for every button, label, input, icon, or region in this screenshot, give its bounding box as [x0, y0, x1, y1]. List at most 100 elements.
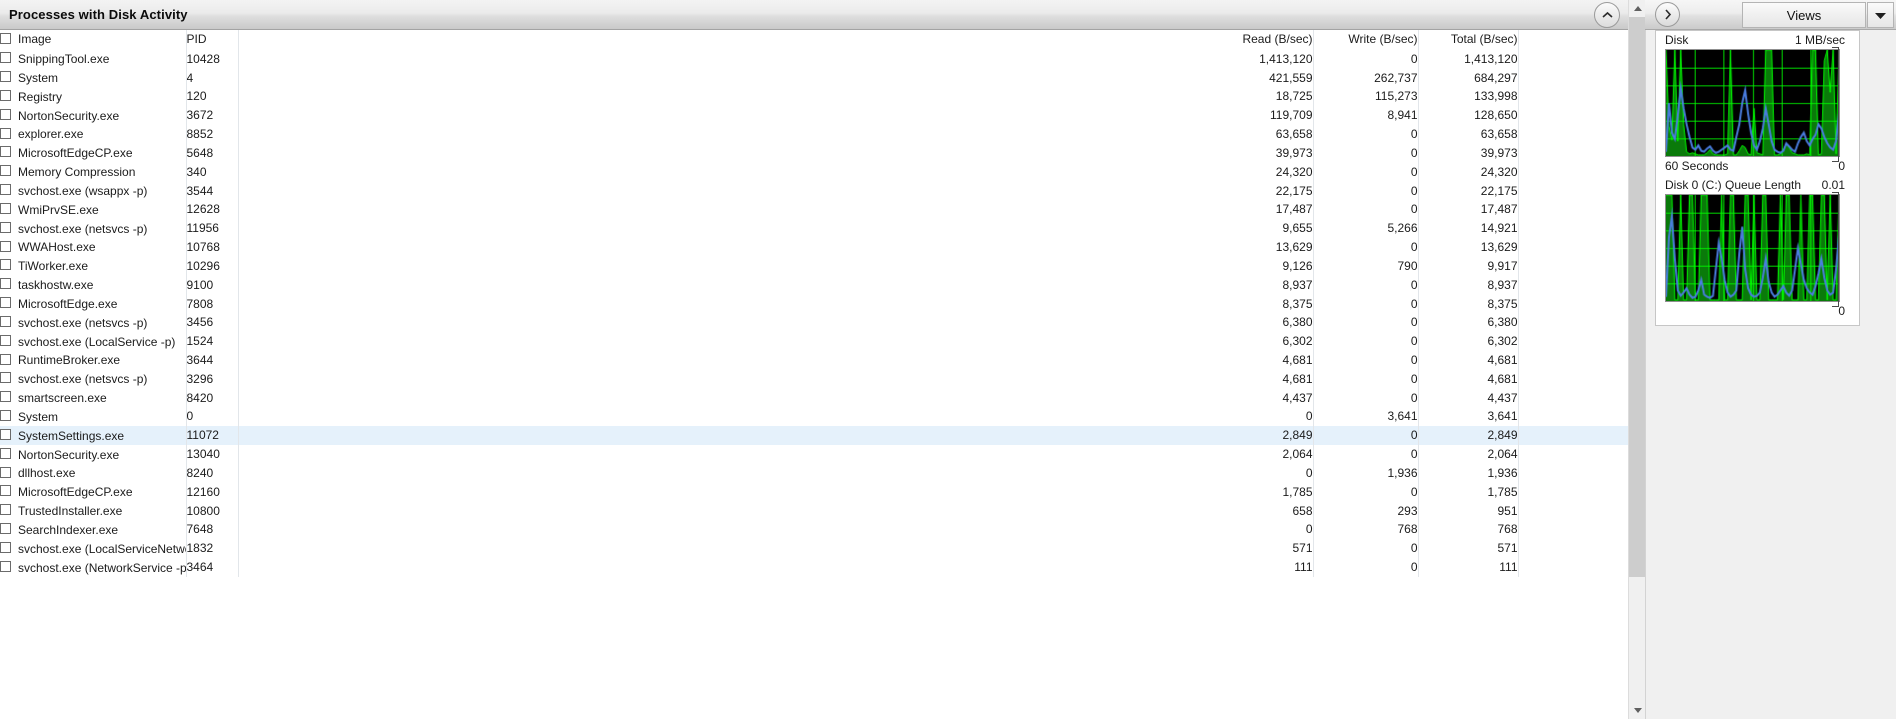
cell-image[interactable]: RuntimeBroker.exe — [0, 351, 186, 370]
row-checkbox[interactable] — [0, 202, 11, 214]
views-button[interactable]: Views — [1742, 2, 1866, 28]
column-header-total[interactable]: Total (B/sec) — [1417, 30, 1518, 50]
cell-image[interactable]: Registry — [0, 87, 186, 106]
process-table-scroll-region[interactable]: Image PID Read (B/sec) Write (B/sec) Tot… — [0, 30, 1628, 719]
row-checkbox[interactable] — [0, 372, 11, 384]
table-row[interactable]: SnippingTool.exe 10428 1,413,120 0 1,413,120 — [0, 49, 1628, 69]
cell-image[interactable]: smartscreen.exe — [0, 388, 186, 407]
cell-image[interactable]: TrustedInstaller.exe — [0, 501, 186, 520]
cell-image[interactable]: dllhost.exe — [0, 464, 186, 483]
row-checkbox[interactable] — [0, 334, 11, 346]
cell-image[interactable]: SearchIndexer.exe — [0, 520, 186, 539]
table-row[interactable]: taskhostw.exe 9100 8,937 0 8,937 — [0, 275, 1628, 295]
table-row[interactable]: TiWorker.exe 10296 9,126 790 9,917 — [0, 256, 1628, 276]
row-checkbox[interactable] — [0, 410, 11, 422]
table-row[interactable]: SearchIndexer.exe 7648 0 768 768 — [0, 520, 1628, 539]
table-row[interactable]: Memory Compression 340 24,320 0 24,320 — [0, 162, 1628, 182]
row-checkbox[interactable] — [0, 353, 11, 365]
table-row[interactable]: svchost.exe (netsvcs -p) 3296 4,681 0 4,681 — [0, 369, 1628, 389]
table-row[interactable]: svchost.exe (wsappx -p) 3544 22,175 0 22,175 — [0, 181, 1628, 200]
table-row[interactable]: System 4 421,559 262,737 684,297 — [0, 68, 1628, 87]
row-checkbox[interactable] — [0, 391, 11, 403]
cell-image[interactable]: svchost.exe (netsvcs -p) — [0, 219, 186, 238]
cell-image[interactable]: MicrosoftEdgeCP.exe — [0, 482, 186, 501]
column-header-image[interactable]: Image — [0, 30, 186, 49]
row-checkbox[interactable] — [0, 165, 11, 177]
cell-image[interactable]: NortonSecurity.exe — [0, 445, 186, 464]
table-row[interactable]: dllhost.exe 8240 0 1,936 1,936 — [0, 463, 1628, 483]
cell-image[interactable]: WmiPrvSE.exe — [0, 200, 186, 219]
row-checkbox[interactable] — [0, 71, 11, 83]
table-row[interactable]: TrustedInstaller.exe 10800 658 293 951 — [0, 501, 1628, 521]
table-row[interactable]: svchost.exe (netsvcs -p) 11956 9,655 5,266 1… — [0, 218, 1628, 238]
cell-image[interactable]: svchost.exe (netsvcs -p) — [0, 369, 186, 388]
column-header-write[interactable]: Write (B/sec) — [1312, 30, 1418, 50]
table-row[interactable]: svchost.exe (netsvcs -p) 3456 6,380 0 6,380 — [0, 312, 1628, 332]
column-header-pid[interactable]: PID — [185, 30, 238, 50]
row-checkbox[interactable] — [0, 127, 11, 139]
table-row[interactable]: svchost.exe (LocalServiceNetwo... 1832 571… — [0, 538, 1628, 558]
cell-image[interactable]: svchost.exe (wsappx -p) — [0, 181, 186, 200]
row-checkbox[interactable] — [0, 297, 11, 309]
row-checkbox[interactable] — [0, 447, 11, 459]
cell-image[interactable]: svchost.exe (LocalService -p) — [0, 332, 186, 351]
table-row[interactable]: SystemSettings.exe 11072 2,849 0 2,849 — [0, 425, 1628, 445]
table-row[interactable]: System 0 0 3,641 3,641 — [0, 407, 1628, 426]
cell-image[interactable]: MicrosoftEdge.exe — [0, 294, 186, 313]
cell-spacer — [237, 369, 1108, 389]
scrollbar-thumb[interactable] — [1629, 17, 1646, 577]
row-checkbox[interactable] — [0, 428, 11, 440]
table-row[interactable]: RuntimeBroker.exe 3644 4,681 0 4,681 — [0, 350, 1628, 370]
row-checkbox[interactable] — [0, 146, 11, 158]
table-row[interactable]: NortonSecurity.exe 3672 119,709 8,941 128,65… — [0, 105, 1628, 125]
select-all-checkbox[interactable] — [0, 33, 11, 44]
table-row[interactable]: WmiPrvSE.exe 12628 17,487 0 17,487 — [0, 199, 1628, 219]
cell-image[interactable]: MicrosoftEdgeCP.exe — [0, 143, 186, 162]
cell-image[interactable]: explorer.exe — [0, 125, 186, 144]
cell-image[interactable]: svchost.exe (LocalServiceNetwo... — [0, 539, 186, 558]
chevron-right-icon[interactable] — [1655, 2, 1680, 27]
table-row[interactable]: Registry 120 18,725 115,273 133,998 — [0, 86, 1628, 106]
row-checkbox[interactable] — [0, 240, 11, 252]
cell-image[interactable]: TiWorker.exe — [0, 256, 186, 275]
table-row[interactable]: WWAHost.exe 10768 13,629 0 13,629 — [0, 237, 1628, 257]
row-checkbox[interactable] — [0, 278, 11, 290]
cell-image[interactable]: NortonSecurity.exe — [0, 106, 186, 125]
row-checkbox[interactable] — [0, 259, 11, 271]
table-row[interactable]: NortonSecurity.exe 13040 2,064 0 2,064 — [0, 444, 1628, 464]
cell-image[interactable]: SnippingTool.exe — [0, 49, 186, 68]
cell-image[interactable]: taskhostw.exe — [0, 275, 186, 294]
cell-image[interactable]: Memory Compression — [0, 162, 186, 181]
table-row[interactable]: svchost.exe (LocalService -p) 1524 6,302 0 6… — [0, 331, 1628, 351]
row-checkbox[interactable] — [0, 485, 11, 497]
table-row[interactable]: smartscreen.exe 8420 4,437 0 4,437 — [0, 388, 1628, 408]
cell-image[interactable]: System — [0, 68, 186, 87]
scrollbar-up-arrow[interactable] — [1629, 0, 1646, 17]
cell-image[interactable]: WWAHost.exe — [0, 238, 186, 257]
chevron-up-icon[interactable] — [1594, 2, 1620, 28]
table-row[interactable]: MicrosoftEdge.exe 7808 8,375 0 8,375 — [0, 294, 1628, 313]
row-checkbox[interactable] — [0, 504, 11, 516]
column-header-read[interactable]: Read (B/sec) — [1108, 30, 1313, 49]
row-checkbox[interactable] — [0, 541, 11, 553]
row-checkbox[interactable] — [0, 466, 11, 478]
views-dropdown-button[interactable] — [1867, 2, 1894, 28]
row-checkbox[interactable] — [0, 184, 11, 196]
row-checkbox[interactable] — [0, 52, 11, 64]
cell-image[interactable]: System — [0, 407, 186, 426]
scrollbar-down-arrow[interactable] — [1629, 702, 1646, 719]
row-checkbox[interactable] — [0, 523, 11, 535]
cell-image[interactable]: svchost.exe (NetworkService -p) — [0, 558, 186, 577]
cell-image[interactable]: SystemSettings.exe — [0, 425, 186, 445]
table-row[interactable]: explorer.exe 8852 63,658 0 63,658 — [0, 124, 1628, 144]
cell-image[interactable]: svchost.exe (netsvcs -p) — [0, 313, 186, 332]
row-checkbox[interactable] — [0, 315, 11, 327]
process-list-scrollbar[interactable] — [1628, 0, 1646, 719]
table-row[interactable]: svchost.exe (NetworkService -p) 3464 111 0 1… — [0, 557, 1628, 577]
row-checkbox[interactable] — [0, 221, 11, 233]
table-row[interactable]: MicrosoftEdgeCP.exe 5648 39,973 0 39,973 — [0, 143, 1628, 163]
table-row[interactable]: MicrosoftEdgeCP.exe 12160 1,785 0 1,785 — [0, 482, 1628, 502]
row-checkbox[interactable] — [0, 560, 11, 572]
row-checkbox[interactable] — [0, 108, 11, 120]
row-checkbox[interactable] — [0, 89, 11, 101]
